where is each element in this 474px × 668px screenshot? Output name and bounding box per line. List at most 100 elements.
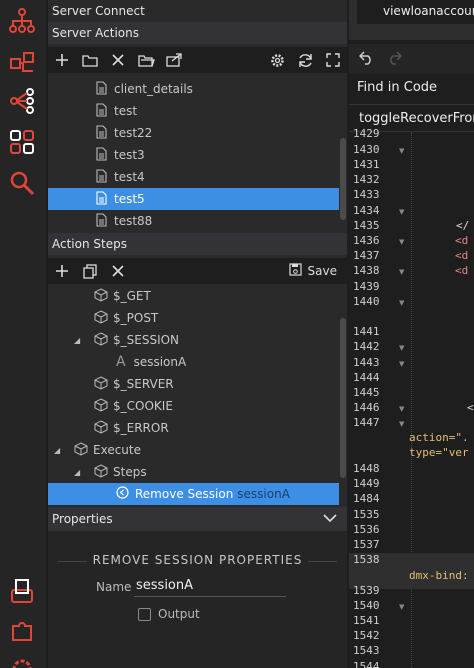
line-number: 1437 bbox=[353, 249, 380, 262]
list-item-selected[interactable]: test5 bbox=[48, 188, 339, 210]
expanded-triangle-icon[interactable]: ◢ bbox=[74, 336, 84, 345]
name-label: Name bbox=[96, 580, 132, 594]
file-icon bbox=[96, 212, 107, 230]
refresh-icon[interactable] bbox=[291, 47, 319, 73]
inbox-icon[interactable] bbox=[5, 574, 39, 608]
fold-triangle-icon[interactable]: ▼ bbox=[399, 360, 404, 368]
list-item[interactable]: client_details bbox=[48, 78, 339, 100]
tree-item-selected[interactable]: Remove Session sessionA bbox=[48, 483, 339, 505]
server-actions-toolbar bbox=[48, 47, 347, 73]
list-item[interactable]: test bbox=[48, 100, 339, 122]
action-steps-scrollbar[interactable] bbox=[340, 318, 346, 478]
cube-icon bbox=[94, 309, 108, 327]
delete-icon[interactable] bbox=[104, 47, 132, 73]
app-structure-icon[interactable] bbox=[5, 125, 39, 159]
line-number: 1448 bbox=[353, 462, 380, 475]
list-item[interactable]: test4 bbox=[48, 166, 339, 188]
save-button-label: Save bbox=[307, 264, 337, 278]
list-item-label: client_details bbox=[114, 82, 193, 96]
code-editor: viewloanaccount.a Find in Code toggleRec… bbox=[349, 0, 474, 668]
routing-icon[interactable] bbox=[5, 46, 39, 80]
action-steps-header: Action Steps bbox=[48, 233, 347, 255]
line-number: 1538 bbox=[353, 553, 380, 566]
name-input[interactable]: sessionA bbox=[134, 576, 286, 597]
line-number: 1536 bbox=[353, 523, 380, 536]
server-actions-scrollbar[interactable] bbox=[340, 138, 346, 220]
search-icon[interactable] bbox=[5, 166, 39, 200]
add-step-icon[interactable] bbox=[48, 258, 76, 284]
list-item[interactable]: test22 bbox=[48, 122, 339, 144]
tree-item[interactable]: $_COOKIE bbox=[48, 395, 339, 417]
fold-triangle-icon[interactable]: ▼ bbox=[399, 299, 404, 307]
extension-icon[interactable] bbox=[5, 614, 39, 648]
fold-triangle-icon[interactable]: ▼ bbox=[399, 603, 404, 611]
line-number: 1439 bbox=[353, 280, 380, 293]
properties-header[interactable]: Properties bbox=[48, 507, 347, 531]
file-icon bbox=[96, 102, 107, 120]
export-icon[interactable] bbox=[160, 47, 188, 73]
line-number: 1438 bbox=[353, 264, 380, 277]
output-label: Output bbox=[158, 607, 200, 621]
fold-triangle-icon[interactable]: ▼ bbox=[399, 147, 404, 155]
tree-item[interactable]: ◢ Execute bbox=[48, 439, 339, 461]
line-number: 1432 bbox=[353, 173, 380, 186]
line-number: 1436 bbox=[353, 234, 380, 247]
line-number: 1444 bbox=[353, 371, 380, 384]
tree-item[interactable]: $_SERVER bbox=[48, 373, 339, 395]
list-item[interactable]: test3 bbox=[48, 144, 339, 166]
settings-gear-icon[interactable] bbox=[5, 652, 39, 668]
line-number: 1541 bbox=[353, 614, 380, 627]
icon-sidebar bbox=[0, 0, 46, 668]
line-number: 1447 bbox=[353, 416, 380, 429]
line-number: 1442 bbox=[353, 340, 380, 353]
fold-triangle-icon[interactable]: ▼ bbox=[399, 344, 404, 352]
tree-item-label: Execute bbox=[93, 443, 141, 457]
list-item-label: test88 bbox=[114, 214, 153, 228]
tree-item[interactable]: ◢ $_SESSION bbox=[48, 329, 339, 351]
fold-triangle-icon[interactable]: ▼ bbox=[399, 405, 404, 413]
fold-triangle-icon[interactable]: ▼ bbox=[399, 420, 404, 428]
save-button[interactable]: Save bbox=[288, 263, 337, 279]
panel-title: Server Connect bbox=[48, 0, 347, 22]
fold-triangle-icon[interactable]: ▼ bbox=[399, 268, 404, 276]
tree-item[interactable]: $_POST bbox=[48, 307, 339, 329]
tree-item-label: $_GET bbox=[113, 289, 151, 303]
file-icon bbox=[96, 168, 107, 186]
add-icon[interactable] bbox=[48, 47, 76, 73]
text-type-icon: A bbox=[116, 354, 126, 370]
sitemap-icon[interactable] bbox=[5, 4, 39, 38]
line-number: 1449 bbox=[353, 477, 380, 490]
line-number: 1535 bbox=[353, 508, 380, 521]
list-item[interactable]: test88 bbox=[48, 210, 339, 232]
tree-item[interactable]: ◢ Steps bbox=[48, 461, 339, 483]
tree-item[interactable]: AsessionA bbox=[48, 351, 339, 373]
output-checkbox[interactable] bbox=[138, 608, 151, 621]
redo-icon[interactable] bbox=[387, 51, 403, 68]
file-icon bbox=[96, 190, 107, 208]
tree-item-label: $_SESSION bbox=[113, 333, 180, 347]
fold-triangle-icon[interactable]: ▼ bbox=[399, 238, 404, 246]
chevron-down-icon[interactable] bbox=[323, 507, 337, 531]
tree-item[interactable]: $_ERROR bbox=[48, 417, 339, 439]
expanded-triangle-icon[interactable]: ◢ bbox=[74, 468, 84, 477]
tree-item-label: $_ERROR bbox=[113, 421, 169, 435]
expanded-triangle-icon[interactable]: ◢ bbox=[54, 446, 64, 455]
open-folder-icon[interactable] bbox=[132, 47, 160, 73]
remove-step-icon[interactable] bbox=[104, 258, 132, 284]
line-number: 1440 bbox=[353, 295, 380, 308]
remove-circle-icon bbox=[116, 486, 129, 502]
expand-icon[interactable] bbox=[319, 47, 347, 73]
undo-icon[interactable] bbox=[358, 51, 374, 68]
app-window: Server Connect Server Actions client_det… bbox=[0, 0, 474, 668]
file-icon bbox=[96, 124, 107, 142]
list-item-label: test5 bbox=[114, 192, 145, 206]
editor-tab[interactable]: viewloanaccount.a bbox=[357, 0, 474, 24]
line-number: 1537 bbox=[353, 538, 380, 551]
fold-triangle-icon[interactable]: ▼ bbox=[399, 208, 404, 216]
server-connect-icon[interactable] bbox=[5, 84, 39, 118]
tree-item[interactable]: $_GET bbox=[48, 285, 339, 307]
add-folder-icon[interactable] bbox=[76, 47, 104, 73]
gear-icon[interactable] bbox=[263, 47, 291, 73]
copy-icon[interactable] bbox=[76, 258, 104, 284]
file-icon bbox=[96, 80, 107, 98]
